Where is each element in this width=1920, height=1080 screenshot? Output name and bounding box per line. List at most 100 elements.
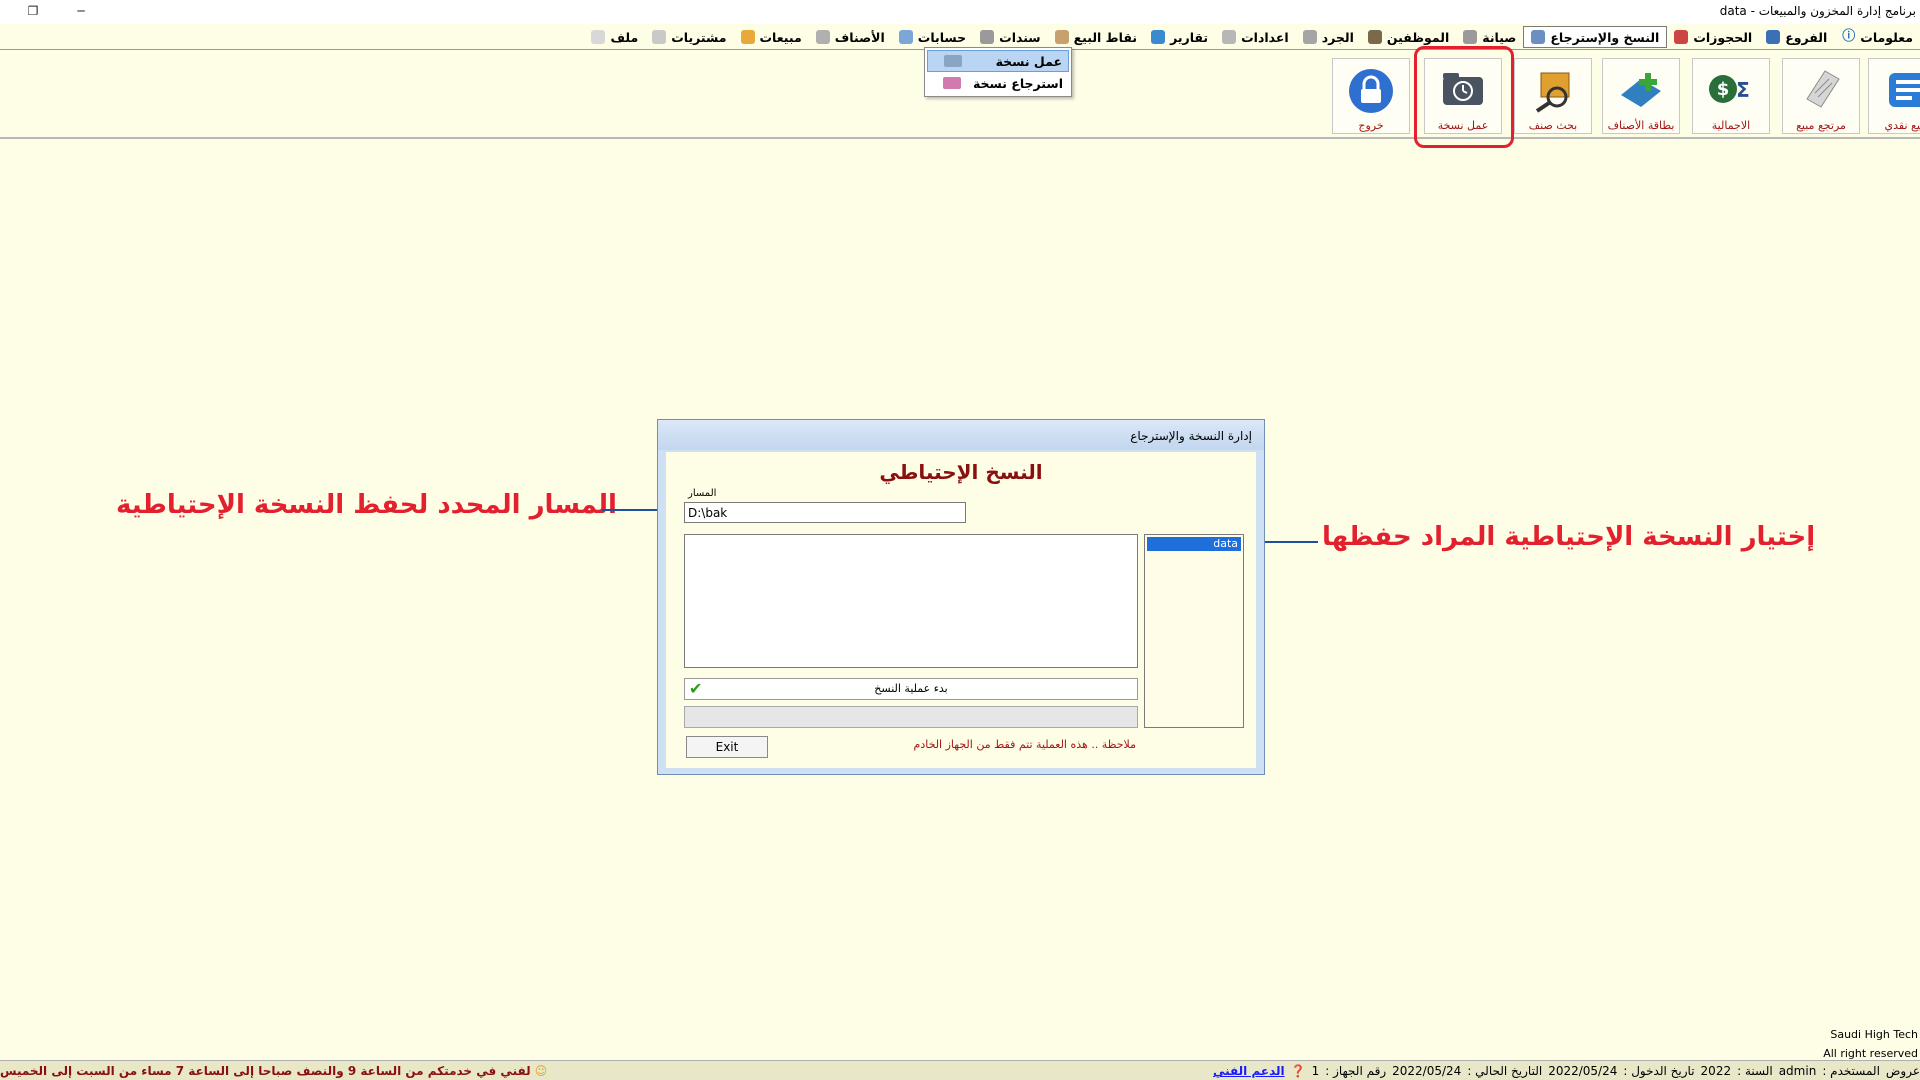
toolbar-button-item-card[interactable]: بطاقة الأصناف: [1602, 58, 1680, 134]
current-date-value: 2022/05/24: [1392, 1064, 1462, 1078]
current-date-label: التاريخ الحالي :: [1467, 1064, 1543, 1078]
device-label: رقم الجهاز :: [1325, 1064, 1387, 1078]
menu-item-label: معلومات: [1860, 29, 1913, 45]
menu-item-maintenance[interactable]: صيانة: [1456, 26, 1523, 48]
menu-item-label: الفروع: [1785, 29, 1828, 45]
help-icon: ❓: [1290, 1064, 1306, 1078]
menu-item-file[interactable]: ملف: [584, 26, 645, 48]
status-bar: عروض المستخدم : admin السنة : 2022 تاريخ…: [0, 1060, 1920, 1080]
menu-item-pos[interactable]: نقاط البيع: [1048, 26, 1144, 48]
toolbar-button-label: مبيع نقدي: [1884, 119, 1920, 132]
progress-bar: [684, 706, 1138, 728]
toolbar-button-cash-sale[interactable]: مبيع نقدي: [1868, 58, 1920, 134]
support-link[interactable]: الدعم الفني: [1213, 1064, 1285, 1078]
menu-item-employee[interactable]: الموظفين: [1361, 26, 1456, 48]
menu-item-cart[interactable]: مبيعات: [734, 26, 809, 48]
menu-item-label: الموظفين: [1386, 29, 1450, 45]
dialog-body: النسخ الإحتياطي المسار data ✔ بدء عملية …: [666, 452, 1256, 768]
file-icon: [591, 30, 606, 44]
backup-dialog: إدارة النسخة والإسترجاع النسخ الإحتياطي …: [657, 419, 1265, 775]
year-value: 2022: [1700, 1064, 1732, 1078]
cash-sale-icon: [1889, 73, 1920, 107]
voucher-icon: [980, 30, 995, 44]
offers-label: عروض: [1885, 1064, 1920, 1078]
menu-item-label: الأصناف: [834, 29, 885, 45]
menu-item-document[interactable]: مشتريات: [645, 26, 733, 48]
menu-item-voucher[interactable]: سندات: [973, 26, 1047, 48]
employee-icon: [1367, 30, 1382, 44]
dropdown-item-label: استرجاع نسخة: [972, 75, 1063, 91]
minimize-icon[interactable]: ─: [70, 2, 92, 20]
restore-icon: [943, 77, 961, 89]
svg-text:$: $: [1717, 79, 1730, 100]
menu-item-label: نقاط البيع: [1073, 29, 1138, 45]
info-icon: ⓘ: [1842, 29, 1856, 44]
backup-icon: [944, 55, 962, 67]
dropdown-item-backup[interactable]: عمل نسخة: [927, 50, 1069, 72]
cart-icon: [740, 30, 755, 44]
company-name: Saudi High Tech: [1830, 1028, 1918, 1041]
toolbar-button-label: مرتجع مبيع: [1796, 119, 1846, 132]
inventory-icon: [1302, 30, 1317, 44]
settings-icon: [1222, 30, 1237, 44]
database-list[interactable]: data: [1144, 534, 1244, 728]
year-label: السنة :: [1737, 1064, 1773, 1078]
menu-item-inventory[interactable]: الجرد: [1296, 26, 1361, 48]
svg-text:Σ: Σ: [1736, 78, 1750, 102]
maintenance-icon: [1463, 30, 1478, 44]
database-list-item[interactable]: data: [1147, 537, 1241, 551]
path-label: المسار: [688, 488, 717, 499]
toolbar-button-sale-return[interactable]: مرتجع مبيع: [1782, 58, 1860, 134]
user-value: admin: [1778, 1064, 1817, 1078]
sale-return-icon: [1806, 70, 1840, 108]
smile-icon: ☺: [534, 1064, 548, 1078]
item-card-icon: [1621, 73, 1661, 107]
restore-icon[interactable]: ❐: [22, 2, 44, 20]
toolbar-button-label: خروج: [1358, 119, 1384, 132]
dropdown-item-restore[interactable]: استرجاع نسخة: [927, 72, 1069, 94]
item-search-icon: [1535, 72, 1570, 113]
status-info: عروض المستخدم : admin السنة : 2022 تاريخ…: [1213, 1064, 1920, 1078]
login-date-label: تاريخ الدخول :: [1623, 1064, 1695, 1078]
menu-item-label: تقارير: [1170, 29, 1209, 45]
toolbar-button-exit[interactable]: خروج: [1332, 58, 1410, 134]
menu-item-label: النسخ والإسترجاع: [1550, 29, 1660, 45]
menu-item-item[interactable]: الأصناف: [809, 26, 892, 48]
menu-item-accounts[interactable]: حسابات: [892, 26, 973, 48]
booking-icon: [1674, 30, 1689, 44]
menu-item-label: حسابات: [917, 29, 967, 45]
pos-icon: [1054, 30, 1069, 44]
backup-icon: [1531, 30, 1546, 44]
annotation-select: إختيار النسخة الإحتياطية المراد حفظها: [1322, 522, 1816, 552]
menu-item-branches[interactable]: الفروع: [1759, 26, 1834, 48]
login-date-value: 2022/05/24: [1548, 1064, 1618, 1078]
log-area[interactable]: [684, 534, 1138, 668]
highlight-frame: [1414, 46, 1514, 148]
start-backup-button[interactable]: ✔ بدء عملية النسخ: [684, 678, 1138, 700]
device-value: 1: [1311, 1064, 1320, 1078]
totals-icon: $ Σ: [1709, 75, 1750, 103]
status-marquee: ☺ لفني في خدمتكم من الساعة 9 والنصف صباح…: [0, 1064, 547, 1078]
menu-item-label: مبيعات: [759, 29, 802, 45]
start-backup-label: بدء عملية النسخ: [874, 682, 948, 695]
lock-icon: [1349, 69, 1393, 113]
menu-item-label: ملف: [610, 29, 639, 45]
menu-item-info[interactable]: معلومات ⓘ: [1834, 26, 1920, 48]
menu-item-label: سندات: [999, 29, 1041, 45]
menu-item-label: اعدادات: [1241, 29, 1289, 45]
dialog-title: إدارة النسخة والإسترجاع: [1130, 429, 1252, 443]
menu-item-label: الجرد: [1321, 29, 1354, 45]
toolbar-button-totals[interactable]: $ Σ الاجمالية: [1692, 58, 1770, 134]
toolbar-button-label: بحث صنف: [1528, 119, 1578, 132]
menu-item-settings[interactable]: اعدادات: [1215, 26, 1296, 48]
rights-text: All right reserved: [1823, 1047, 1918, 1060]
exit-button[interactable]: Exit: [686, 736, 768, 758]
user-label: المستخدم :: [1822, 1064, 1880, 1078]
path-input[interactable]: [684, 502, 966, 523]
menu-item-report[interactable]: تقارير: [1144, 26, 1215, 48]
dialog-title-bar: إدارة النسخة والإسترجاع: [658, 420, 1264, 450]
toolbar-button-item-search[interactable]: بحث صنف: [1514, 58, 1592, 134]
menu-item-booking[interactable]: الحجوزات: [1667, 26, 1759, 48]
branches-icon: [1766, 30, 1781, 44]
menu-item-backup[interactable]: النسخ والإسترجاع: [1523, 26, 1668, 48]
